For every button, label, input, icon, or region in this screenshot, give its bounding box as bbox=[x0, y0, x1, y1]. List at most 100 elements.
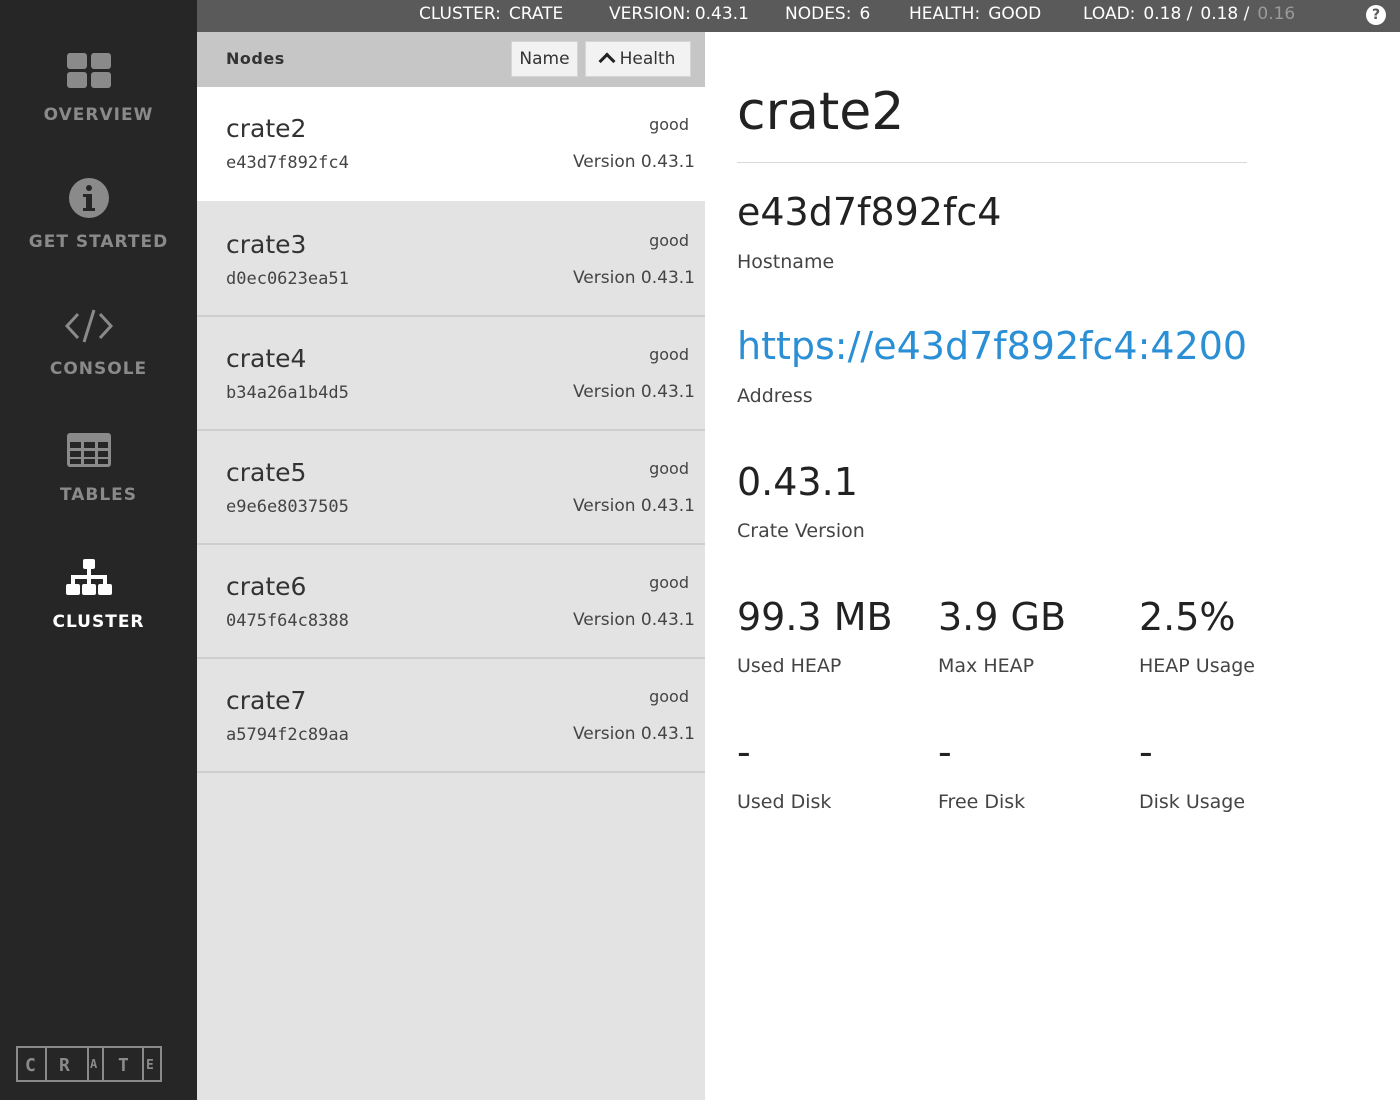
nav-tables-label: TABLES bbox=[59, 485, 138, 505]
crate-logo: C R A T E bbox=[16, 1046, 162, 1082]
nav-cluster-label: CLUSTER bbox=[52, 612, 145, 632]
node-name: crate4 bbox=[226, 344, 307, 373]
svg-text:E: E bbox=[146, 1058, 154, 1073]
node-row[interactable]: crate5 e9e6e8037505 good Version 0.43.1 bbox=[197, 431, 705, 545]
node-list-title: Nodes bbox=[226, 49, 285, 68]
address-label: Address bbox=[737, 385, 813, 407]
cluster-label: CLUSTER: bbox=[419, 4, 501, 24]
cluster-value: CRATE bbox=[508, 4, 564, 24]
max-heap-label: Max HEAP bbox=[938, 655, 1035, 677]
nav-console-label: CONSOLE bbox=[49, 359, 148, 379]
health-status: HEALTH: GOOD bbox=[909, 4, 1041, 24]
used-heap-label: Used HEAP bbox=[737, 655, 842, 677]
nodes-status: NODES: 6 bbox=[785, 4, 870, 24]
version-value: 0.43.1 bbox=[694, 4, 749, 24]
node-name: crate2 bbox=[226, 114, 307, 143]
disk-usage-value: - bbox=[1139, 730, 1153, 774]
address-link[interactable]: https://e43d7f892fc4:4200 bbox=[737, 324, 1247, 368]
version-status: VERSION: 0.43.1 bbox=[609, 4, 749, 24]
node-id: e9e6e8037505 bbox=[226, 497, 349, 517]
node-id: d0ec0623ea51 bbox=[226, 269, 349, 289]
chevron-up-icon bbox=[598, 52, 616, 70]
node-detail: crate2 e43d7f892fc4 Hostname https://e43… bbox=[705, 32, 1400, 1100]
nodes-value: 6 bbox=[859, 4, 871, 24]
svg-text:A: A bbox=[90, 1057, 98, 1071]
svg-text:R: R bbox=[59, 1055, 70, 1076]
used-heap-value: 99.3 MB bbox=[737, 595, 893, 639]
nav-overview[interactable]: OVERVIEW bbox=[0, 50, 197, 160]
node-health: good bbox=[649, 573, 689, 592]
svg-text:T: T bbox=[118, 1055, 129, 1076]
load-status: LOAD: 0.18 / 0.18 / 0.16 bbox=[1083, 4, 1295, 24]
help-icon[interactable]: ? bbox=[1366, 5, 1386, 25]
heap-usage-label: HEAP Usage bbox=[1139, 655, 1255, 677]
crate-version-label: Crate Version bbox=[737, 520, 865, 542]
node-id: b34a26a1b4d5 bbox=[226, 383, 349, 403]
free-disk-label: Free Disk bbox=[938, 791, 1026, 813]
load-label: LOAD: bbox=[1083, 4, 1136, 24]
node-version: Version 0.43.1 bbox=[573, 610, 695, 630]
node-health: good bbox=[649, 115, 689, 134]
table-icon bbox=[64, 430, 114, 474]
svg-text:C: C bbox=[25, 1055, 36, 1076]
nav-overview-label: OVERVIEW bbox=[43, 105, 154, 125]
version-label: VERSION: bbox=[609, 4, 691, 24]
node-version: Version 0.43.1 bbox=[573, 382, 695, 402]
status-bar: CLUSTER: CRATE VERSION: 0.43.1 NODES: 6 HEA… bbox=[197, 0, 1400, 32]
sidebar: OVERVIEW GET STARTED CONSOLE TABLES CLUS… bbox=[0, 0, 197, 1100]
sort-by-name-button[interactable]: Name bbox=[511, 41, 578, 77]
used-disk-label: Used Disk bbox=[737, 791, 832, 813]
max-heap-value: 3.9 GB bbox=[938, 595, 1067, 639]
node-id: e43d7f892fc4 bbox=[226, 153, 349, 173]
divider bbox=[737, 162, 1247, 163]
node-detail-title: crate2 bbox=[737, 82, 905, 142]
sort-health-label: Health bbox=[619, 49, 676, 69]
node-name: crate6 bbox=[226, 572, 307, 601]
node-row[interactable]: crate3 d0ec0623ea51 good Version 0.43.1 bbox=[197, 203, 705, 317]
hostname-value: e43d7f892fc4 bbox=[737, 190, 1002, 234]
load-1: 0.18 / bbox=[1143, 4, 1193, 24]
crate-version-value: 0.43.1 bbox=[737, 460, 858, 504]
cluster-status: CLUSTER: CRATE bbox=[419, 4, 563, 24]
node-list: Nodes Name Health crate2 e43d7f892fc4 go… bbox=[197, 32, 705, 1100]
sort-by-health-button[interactable]: Health bbox=[585, 41, 691, 77]
nav-get-started-label: GET STARTED bbox=[28, 232, 169, 252]
node-row[interactable]: crate2 e43d7f892fc4 good Version 0.43.1 bbox=[197, 87, 705, 201]
node-row[interactable]: crate6 0475f64c8388 good Version 0.43.1 bbox=[197, 545, 705, 659]
node-name: crate7 bbox=[226, 686, 307, 715]
node-health: good bbox=[649, 231, 689, 250]
nav-console[interactable]: CONSOLE bbox=[0, 304, 197, 414]
node-health: good bbox=[649, 687, 689, 706]
load-5: 0.18 / bbox=[1200, 4, 1250, 24]
node-health: good bbox=[649, 459, 689, 478]
health-value: GOOD bbox=[988, 4, 1042, 24]
node-id: a5794f2c89aa bbox=[226, 725, 349, 745]
info-icon bbox=[64, 177, 114, 221]
nav-get-started[interactable]: GET STARTED bbox=[0, 177, 197, 287]
node-row[interactable]: crate7 a5794f2c89aa good Version 0.43.1 bbox=[197, 659, 705, 773]
free-disk-value: - bbox=[938, 730, 952, 774]
node-row[interactable]: crate4 b34a26a1b4d5 good Version 0.43.1 bbox=[197, 317, 705, 431]
sort-name-label: Name bbox=[519, 49, 570, 69]
health-label: HEALTH: bbox=[909, 4, 981, 24]
node-list-header: Nodes Name Health bbox=[197, 32, 705, 87]
hostname-label: Hostname bbox=[737, 251, 835, 273]
node-id: 0475f64c8388 bbox=[226, 611, 349, 631]
node-version: Version 0.43.1 bbox=[573, 496, 695, 516]
nav-cluster[interactable]: CLUSTER bbox=[0, 557, 197, 667]
code-icon bbox=[64, 304, 114, 348]
node-name: crate3 bbox=[226, 230, 307, 259]
node-health: good bbox=[649, 345, 689, 364]
heap-usage-value: 2.5% bbox=[1139, 595, 1236, 639]
load-15: 0.16 bbox=[1257, 4, 1296, 24]
grid-icon bbox=[64, 50, 114, 94]
nav-tables[interactable]: TABLES bbox=[0, 430, 197, 540]
nodes-label: NODES: bbox=[785, 4, 852, 24]
node-version: Version 0.43.1 bbox=[573, 268, 695, 288]
used-disk-value: - bbox=[737, 730, 751, 774]
node-name: crate5 bbox=[226, 458, 307, 487]
node-version: Version 0.43.1 bbox=[573, 724, 695, 744]
cluster-icon bbox=[64, 557, 114, 601]
node-version: Version 0.43.1 bbox=[573, 152, 695, 172]
disk-usage-label: Disk Usage bbox=[1139, 791, 1246, 813]
